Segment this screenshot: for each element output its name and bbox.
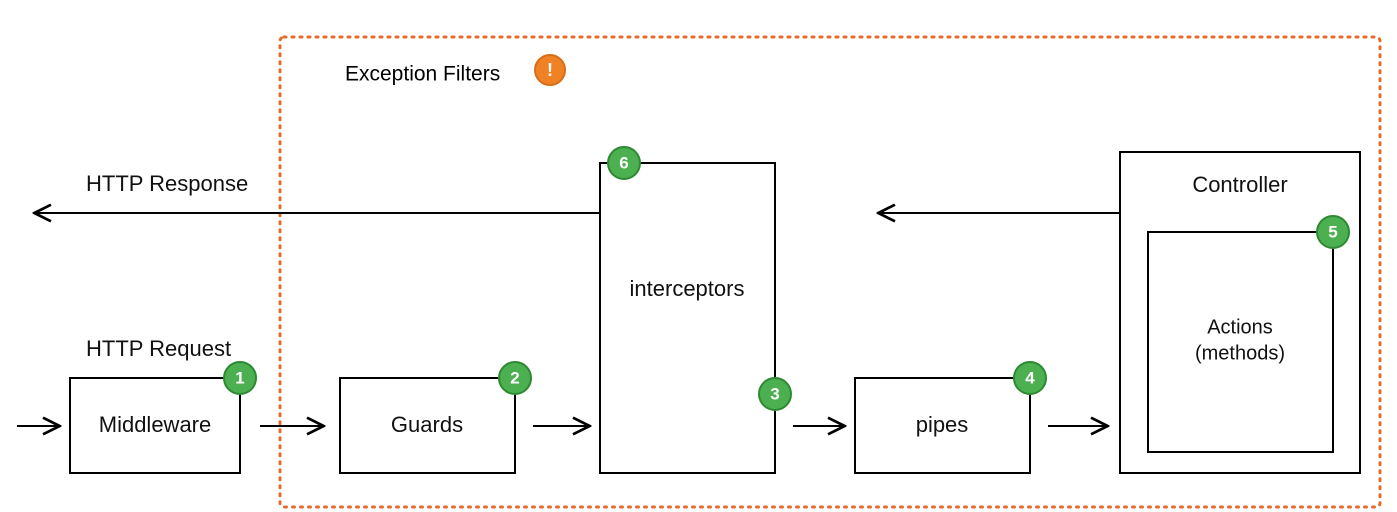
exception-filters-label: Exception Filters (345, 63, 500, 86)
request-lifecycle-diagram: Exception Filters ! HTTP Response HTTP R… (0, 0, 1397, 512)
controller-label: Controller (1192, 172, 1287, 197)
badge-4-text: 4 (1025, 369, 1035, 388)
interceptors-box (600, 163, 775, 473)
actions-label-2: (methods) (1195, 342, 1285, 364)
badge-2-text: 2 (510, 369, 519, 388)
badge-5-text: 5 (1328, 223, 1337, 242)
pipes-label: pipes (916, 412, 969, 437)
badge-3-text: 3 (770, 385, 779, 404)
guards-label: Guards (391, 412, 463, 437)
middleware-label: Middleware (99, 412, 212, 437)
http-request-label: HTTP Request (86, 336, 231, 361)
warning-icon-text: ! (547, 60, 553, 80)
http-response-label: HTTP Response (86, 171, 248, 196)
interceptors-label: interceptors (630, 276, 745, 301)
actions-label-1: Actions (1207, 316, 1273, 338)
badge-1-text: 1 (235, 369, 244, 388)
badge-6-text: 6 (619, 154, 628, 173)
